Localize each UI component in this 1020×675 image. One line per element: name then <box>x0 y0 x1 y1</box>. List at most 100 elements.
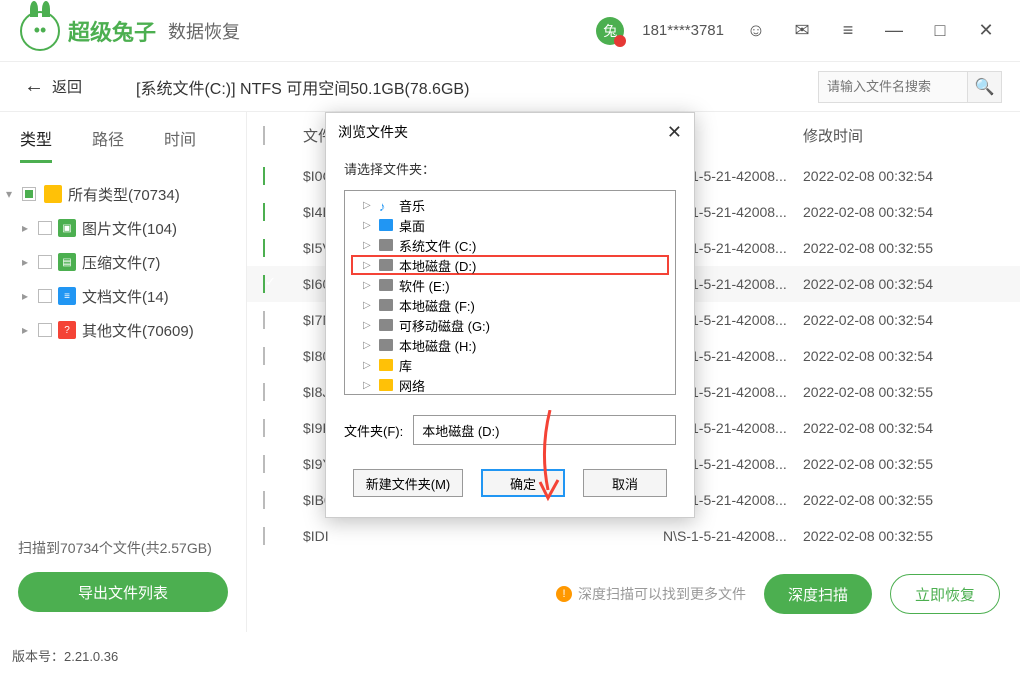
table-row[interactable]: $IDIN\S-1-5-21-42008...2022-02-08 00:32:… <box>247 518 1020 554</box>
cell-filename: $IDI <box>293 528 663 544</box>
cell-time: 2022-02-08 00:32:55 <box>803 528 1020 544</box>
zip-icon: ▤ <box>58 253 76 271</box>
checkbox-mixed[interactable] <box>22 187 36 201</box>
row-checkbox[interactable] <box>263 167 265 185</box>
select-all-checkbox[interactable] <box>263 126 265 145</box>
checkbox[interactable] <box>38 221 52 235</box>
checkbox[interactable] <box>38 323 52 337</box>
search-icon: 🔍 <box>975 77 995 97</box>
folder-tree-item[interactable]: ▷ 本地磁盘 (D:) <box>351 255 669 275</box>
folder-tree-label: 本地磁盘 (H:) <box>399 336 476 355</box>
tip-text: 深度扫描可以找到更多文件 <box>578 584 746 604</box>
folder-tree-item[interactable]: ▷库 <box>351 355 669 375</box>
search-input[interactable] <box>818 71 968 103</box>
cell-time: 2022-02-08 00:32:55 <box>803 492 1020 508</box>
dialog-select-label: 请选择文件夹： <box>344 159 676 178</box>
dialog-input-row: 文件夹(F): <box>344 415 676 445</box>
search-button[interactable]: 🔍 <box>968 71 1002 103</box>
maximize-icon[interactable]: □ <box>926 17 954 45</box>
tab-path[interactable]: 路径 <box>92 126 124 163</box>
user-avatar-icon[interactable]: 兔 <box>596 17 624 45</box>
cell-time: 2022-02-08 00:32:54 <box>803 312 1020 328</box>
chevron-right-icon: ▸ <box>22 289 38 303</box>
deep-scan-button[interactable]: 深度扫描 <box>764 574 872 614</box>
feedback-icon[interactable]: ✉ <box>788 17 816 45</box>
row-checkbox[interactable] <box>263 347 265 365</box>
doc-icon: ≡ <box>58 287 76 305</box>
folder-tree-item[interactable]: ▷♪音乐 <box>351 195 669 215</box>
cancel-button[interactable]: 取消 <box>583 469 667 497</box>
tree-item-other[interactable]: ▸ ? 其他文件(70609) <box>6 313 246 347</box>
cell-time: 2022-02-08 00:32:54 <box>803 348 1020 364</box>
checkbox[interactable] <box>38 289 52 303</box>
dialog-titlebar[interactable]: 浏览文件夹 ✕ <box>326 113 694 151</box>
folder-tree-label: 本地磁盘 (D:) <box>399 256 476 275</box>
row-checkbox[interactable] <box>263 311 265 329</box>
folder-tree-label: 桌面 <box>399 216 425 235</box>
cell-time: 2022-02-08 00:32:55 <box>803 240 1020 256</box>
back-button[interactable]: ← 返回 <box>0 62 106 111</box>
tree-item-image[interactable]: ▸ ▣ 图片文件(104) <box>6 211 246 245</box>
chevron-down-icon: ▾ <box>6 187 22 201</box>
chevron-right-icon: ▷ <box>363 320 373 331</box>
folder-tree-label: 网络 <box>399 376 425 395</box>
sidebar-tabs: 类型 路径 时间 <box>0 126 246 163</box>
chevron-right-icon: ▷ <box>363 260 373 271</box>
checkbox[interactable] <box>38 255 52 269</box>
row-checkbox[interactable] <box>263 383 265 401</box>
info-icon: ! <box>556 586 572 602</box>
row-checkbox[interactable] <box>263 275 265 293</box>
folder-tree-item[interactable]: ▷桌面 <box>351 215 669 235</box>
folder-tree-item[interactable]: ▷ 可移动磁盘 (G:) <box>351 315 669 335</box>
tree-item-all[interactable]: ▾ 所有类型(70734) <box>6 177 246 211</box>
minimize-icon[interactable]: — <box>880 17 908 45</box>
dialog-close-icon[interactable]: ✕ <box>667 122 682 143</box>
chevron-right-icon: ▸ <box>22 255 38 269</box>
dialog-folder-tree[interactable]: ▷♪音乐▷桌面▷系统文件 (C:)▷本地磁盘 (D:)▷软件 (E:)▷本地磁盘… <box>344 190 676 395</box>
folder-tree-item[interactable]: ▷ 本地磁盘 (H:) <box>351 335 669 355</box>
folder-tree-item[interactable]: ▷网络 <box>351 375 669 395</box>
dialog-title: 浏览文件夹 <box>338 122 408 142</box>
header-right: 兔 181****3781 ☺ ✉ ≡ — □ ✕ <box>596 17 1000 45</box>
chevron-right-icon: ▷ <box>363 340 373 351</box>
folder-tree-item[interactable]: ▷软件 (E:) <box>351 275 669 295</box>
cell-time: 2022-02-08 00:32:55 <box>803 384 1020 400</box>
export-list-button[interactable]: 导出文件列表 <box>18 572 228 612</box>
app-subtitle: 数据恢复 <box>168 18 240 44</box>
row-checkbox[interactable] <box>263 491 265 509</box>
search-box: 🔍 <box>818 71 1002 103</box>
folder-tree-label: 库 <box>399 356 412 375</box>
row-checkbox[interactable] <box>263 419 265 437</box>
chevron-right-icon: ▷ <box>363 280 373 291</box>
col-header-time[interactable]: 修改时间 <box>803 125 1020 146</box>
cell-path: N\S-1-5-21-42008... <box>663 528 803 544</box>
bottom-action-bar: ! 深度扫描可以找到更多文件 深度扫描 立即恢复 <box>556 574 1000 614</box>
ok-button[interactable]: 确定 <box>481 469 565 497</box>
folder-tree-label: 可移动磁盘 (G:) <box>399 316 490 335</box>
service-icon[interactable]: ☺ <box>742 17 770 45</box>
tab-type[interactable]: 类型 <box>20 126 52 163</box>
folder-icon <box>44 185 62 203</box>
menu-icon[interactable]: ≡ <box>834 17 862 45</box>
row-checkbox[interactable] <box>263 203 265 221</box>
folder-tree-item[interactable]: ▷系统文件 (C:) <box>351 235 669 255</box>
row-checkbox[interactable] <box>263 239 265 257</box>
chevron-right-icon: ▸ <box>22 323 38 337</box>
tab-time[interactable]: 时间 <box>164 126 196 163</box>
folder-name-input[interactable] <box>413 415 676 445</box>
back-arrow-icon: ← <box>24 75 44 98</box>
logo-area: •• 超级兔子 数据恢复 <box>20 11 240 51</box>
restore-button[interactable]: 立即恢复 <box>890 574 1000 614</box>
tree-item-zip[interactable]: ▸ ▤ 压缩文件(7) <box>6 245 246 279</box>
row-checkbox[interactable] <box>263 455 265 473</box>
app-header: •• 超级兔子 数据恢复 兔 181****3781 ☺ ✉ ≡ — □ ✕ <box>0 0 1020 62</box>
folder-field-label: 文件夹(F): <box>344 421 403 440</box>
app-name: 超级兔子 <box>68 15 156 47</box>
tree-item-doc[interactable]: ▸ ≡ 文档文件(14) <box>6 279 246 313</box>
folder-tree-item[interactable]: ▷本地磁盘 (F:) <box>351 295 669 315</box>
drive-icon <box>379 259 393 271</box>
new-folder-button[interactable]: 新建文件夹(M) <box>353 469 463 497</box>
close-icon[interactable]: ✕ <box>972 17 1000 45</box>
row-checkbox[interactable] <box>263 527 265 545</box>
cell-time: 2022-02-08 00:32:55 <box>803 456 1020 472</box>
